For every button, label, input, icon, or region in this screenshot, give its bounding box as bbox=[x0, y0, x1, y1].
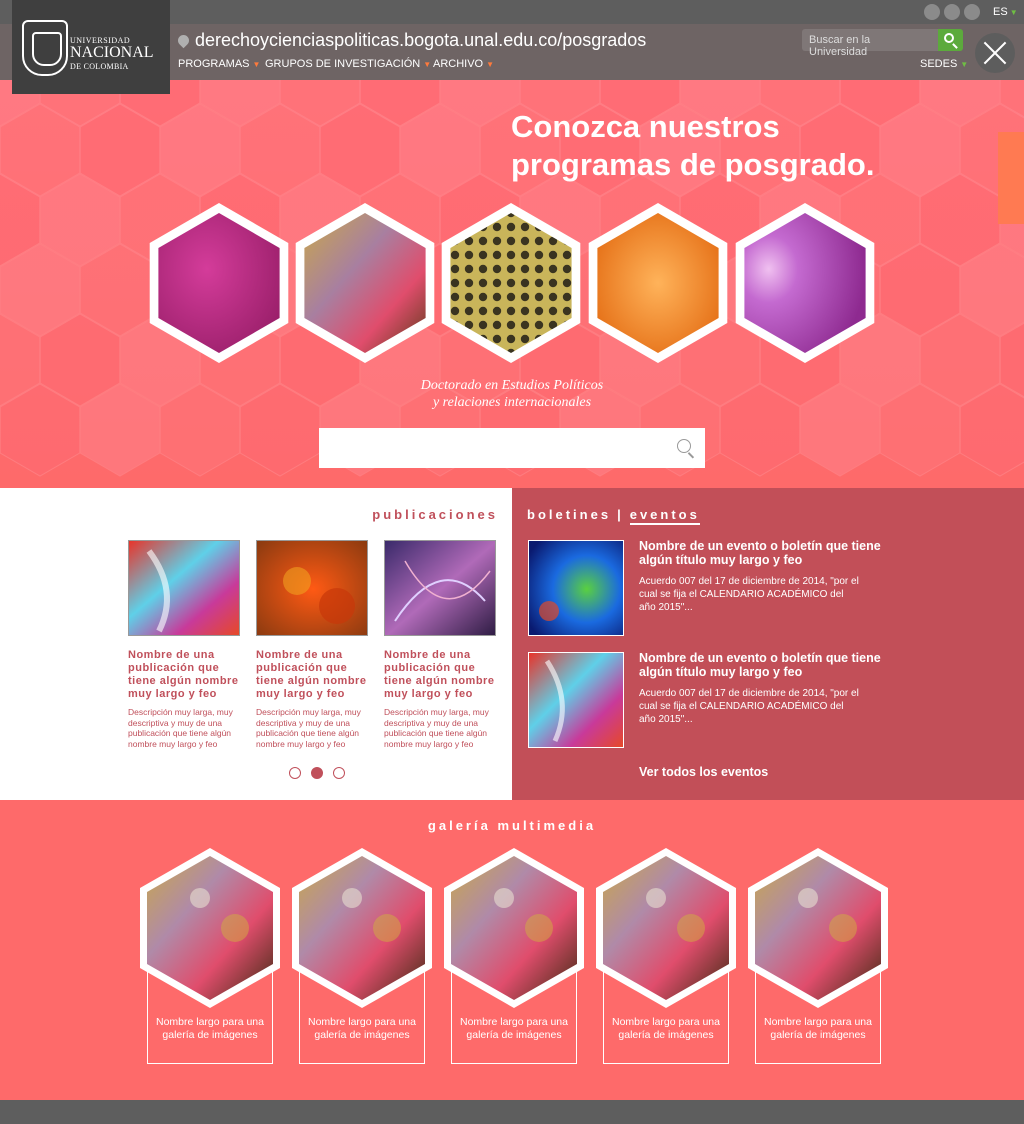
side-tab[interactable] bbox=[998, 132, 1024, 224]
chevron-down-icon: ▼ bbox=[960, 60, 969, 69]
hero-title: Conozca nuestros programas de posgrado. bbox=[511, 108, 874, 184]
publications-panel: publicaciones Nombre de una publicación … bbox=[0, 488, 512, 800]
search-button[interactable] bbox=[938, 29, 963, 51]
publication-card[interactable]: Nombre de una publicación que tiene algú… bbox=[384, 540, 497, 749]
menu-archivo[interactable]: ARCHIVO ▼ bbox=[433, 58, 494, 70]
view-all-events-link[interactable]: Ver todos los eventos bbox=[639, 765, 768, 779]
search-icon[interactable] bbox=[677, 439, 691, 453]
gallery-image[interactable] bbox=[292, 848, 432, 1008]
logo-line3: DE COLOMBIA bbox=[70, 62, 129, 71]
search-icon bbox=[944, 33, 954, 43]
program-caption: Doctorado en Estudios Políticos y relaci… bbox=[0, 377, 1024, 411]
university-search-input[interactable]: Buscar en la Universidad bbox=[802, 29, 938, 58]
program-search-input[interactable] bbox=[319, 428, 705, 468]
logo-line2: NACIONAL bbox=[70, 44, 154, 61]
site-url-text: derechoycienciaspoliticas.bogota.unal.ed… bbox=[195, 30, 647, 50]
menu-sedes[interactable]: SEDES ▼ bbox=[920, 58, 968, 70]
event-image[interactable] bbox=[528, 652, 624, 748]
menu-label: PROGRAMAS bbox=[178, 58, 250, 70]
menu-label: GRUPOS DE INVESTIGACIÓN bbox=[265, 58, 421, 70]
close-icon[interactable] bbox=[975, 33, 1015, 73]
publication-description: Descripción muy larga, muy descriptiva y… bbox=[384, 707, 489, 749]
event-description: Acuerdo 007 del 17 de diciembre de 2014,… bbox=[639, 576, 859, 613]
gallery-image[interactable] bbox=[140, 848, 280, 1008]
footer-bar bbox=[0, 1100, 1024, 1124]
gallery-card[interactable]: Nombre largo para una galería de imágene… bbox=[596, 848, 736, 1064]
menu-grupos[interactable]: GRUPOS DE INVESTIGACIÓN ▼ bbox=[265, 58, 431, 70]
chevron-down-icon: ▼ bbox=[423, 60, 432, 69]
publication-image[interactable] bbox=[256, 540, 369, 637]
tab-eventos[interactable]: eventos bbox=[629, 507, 700, 525]
university-seal-icon bbox=[22, 20, 68, 76]
chevron-down-icon: ▼ bbox=[486, 60, 495, 69]
menu-programas[interactable]: PROGRAMAS ▼ bbox=[178, 58, 260, 70]
hero-title-line1: Conozca nuestros bbox=[511, 109, 780, 144]
university-logo[interactable]: UNIVERSIDAD NACIONAL DE COLOMBIA bbox=[12, 0, 170, 94]
event-image[interactable] bbox=[528, 540, 624, 636]
gallery-heading: galería multimedia bbox=[427, 818, 597, 833]
social-icon[interactable] bbox=[964, 4, 980, 20]
publication-card[interactable]: Nombre de una publicación que tiene algú… bbox=[256, 540, 369, 749]
carousel-dot[interactable] bbox=[333, 767, 345, 779]
publication-description: Descripción muy larga, muy descriptiva y… bbox=[256, 707, 361, 749]
publication-title[interactable]: Nombre de una publicación que tiene algú… bbox=[384, 649, 496, 701]
gallery-image[interactable] bbox=[748, 848, 888, 1008]
gallery-card[interactable]: Nombre largo para una galería de imágene… bbox=[444, 848, 584, 1064]
gallery-label[interactable]: Nombre largo para una galería de imágene… bbox=[596, 1016, 736, 1041]
carousel-dot[interactable] bbox=[289, 767, 301, 779]
event-title[interactable]: Nombre de un evento o boletín que tiene … bbox=[639, 651, 889, 679]
search-placeholder: Buscar en la Universidad bbox=[809, 34, 871, 58]
menu-label: ARCHIVO bbox=[433, 58, 484, 70]
carousel-pagination bbox=[289, 766, 355, 784]
publication-description: Descripción muy larga, muy descriptiva y… bbox=[128, 707, 233, 749]
hero-section: Conozca nuestros programas de posgrado. … bbox=[0, 80, 1024, 488]
gallery-card[interactable]: Nombre largo para una galería de imágene… bbox=[292, 848, 432, 1064]
events-panel: boletines | eventos Nombre de un evento o … bbox=[512, 488, 1024, 800]
language-selector[interactable]: ES ▼ bbox=[993, 6, 1018, 18]
site-url[interactable]: derechoycienciaspoliticas.bogota.unal.ed… bbox=[175, 30, 647, 51]
social-icon[interactable] bbox=[924, 4, 940, 20]
gallery-label[interactable]: Nombre largo para una galería de imágene… bbox=[140, 1016, 280, 1041]
caption-line2: y relaciones internacionales bbox=[432, 395, 592, 410]
event-description: Acuerdo 007 del 17 de diciembre de 2014,… bbox=[639, 688, 859, 725]
social-icon[interactable] bbox=[944, 4, 960, 20]
tab-separator: | bbox=[617, 507, 624, 522]
publication-image[interactable] bbox=[128, 540, 241, 637]
chevron-down-icon: ▼ bbox=[1009, 8, 1018, 17]
language-label: ES bbox=[993, 6, 1008, 18]
gallery-label[interactable]: Nombre largo para una galería de imágene… bbox=[444, 1016, 584, 1041]
gallery-card[interactable]: Nombre largo para una galería de imágene… bbox=[748, 848, 888, 1064]
event-title[interactable]: Nombre de un evento o boletín que tiene … bbox=[639, 539, 889, 567]
caption-line1: Doctorado en Estudios Políticos bbox=[420, 378, 604, 393]
hero-title-line2: programas de posgrado. bbox=[511, 147, 875, 182]
location-pin-icon bbox=[175, 32, 192, 49]
publications-heading: publicaciones bbox=[372, 507, 498, 522]
gallery-label[interactable]: Nombre largo para una galería de imágene… bbox=[292, 1016, 432, 1041]
tab-boletines[interactable]: boletines bbox=[527, 507, 611, 522]
chevron-down-icon: ▼ bbox=[252, 60, 261, 69]
publication-title[interactable]: Nombre de una publicación que tiene algú… bbox=[256, 649, 368, 701]
carousel-dot-active[interactable] bbox=[311, 767, 323, 779]
gallery-image[interactable] bbox=[444, 848, 584, 1008]
events-tabs: boletines | eventos bbox=[527, 507, 700, 525]
gallery-label[interactable]: Nombre largo para una galería de imágene… bbox=[748, 1016, 888, 1041]
publication-image[interactable] bbox=[384, 540, 497, 637]
publication-card[interactable]: Nombre de una publicación que tiene algú… bbox=[128, 540, 241, 749]
menu-label: SEDES bbox=[920, 58, 958, 70]
gallery-image[interactable] bbox=[596, 848, 736, 1008]
gallery-card[interactable]: Nombre largo para una galería de imágene… bbox=[140, 848, 280, 1064]
publication-title[interactable]: Nombre de una publicación que tiene algú… bbox=[128, 649, 240, 701]
